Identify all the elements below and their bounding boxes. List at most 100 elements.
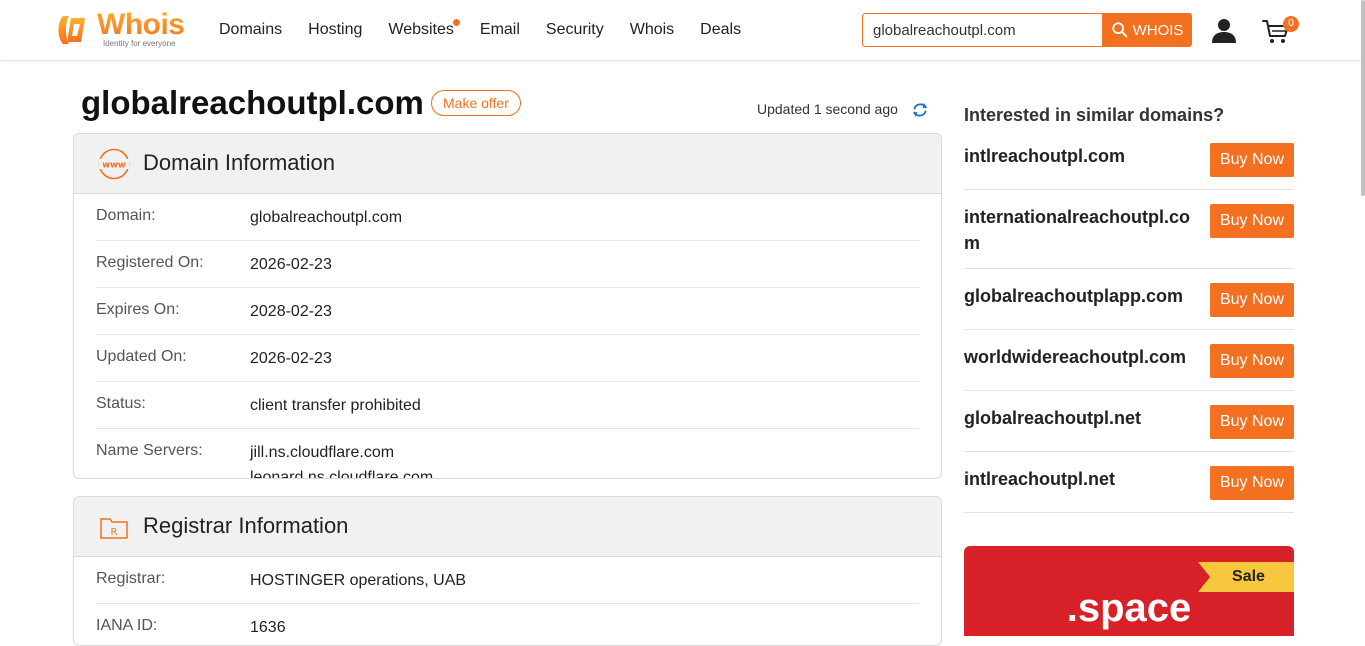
info-value-line: 2026-02-23 <box>250 350 332 367</box>
similar-domain-item: globalreachoutpl.net Buy Now <box>964 391 1294 452</box>
nav-whois[interactable]: Whois <box>630 19 674 41</box>
info-row-label: Domain: <box>96 207 156 224</box>
info-row-value: globalreachoutpl.com <box>250 205 402 230</box>
user-account-icon[interactable] <box>1211 17 1237 43</box>
info-row-value: 2026-02-23 <box>250 346 332 371</box>
cart-count-badge: 0 <box>1283 16 1299 32</box>
info-value-line: 1636 <box>250 619 286 636</box>
nav-hosting[interactable]: Hosting <box>308 19 362 41</box>
similar-domain-name[interactable]: globalreachoutpl.net <box>964 405 1196 431</box>
info-value-line: 2028-02-23 <box>250 303 332 320</box>
promo-banner[interactable]: Sale .space <box>964 546 1294 636</box>
nav-label: Security <box>545 21 604 38</box>
logo-text: Whois <box>97 8 185 41</box>
main-nav: Domains Hosting Websites Email Security … <box>219 19 767 41</box>
similar-domain-name[interactable]: intlreachoutpl.com <box>964 143 1196 169</box>
page-title: globalreachoutpl.com <box>81 84 424 121</box>
similar-domain-item: intlreachoutpl.net Buy Now <box>964 452 1294 513</box>
buy-now-button[interactable]: Buy Now <box>1210 143 1294 177</box>
make-offer-button[interactable]: Make offer <box>431 90 521 116</box>
similar-domains-list: intlreachoutpl.com Buy Now internationalre… <box>964 129 1294 513</box>
card-header: www Domain Information <box>74 134 941 194</box>
search-button-label: WHOIS <box>1132 21 1184 39</box>
info-row-value: 2028-02-23 <box>250 299 332 324</box>
www-globe-icon: www <box>98 148 130 180</box>
registrar-info-rows: Registrar: HOSTINGER operations, UAB IANA … <box>74 557 941 645</box>
registrar-information-title: Registrar Information <box>143 513 349 538</box>
page-scrollbar[interactable] <box>1361 0 1365 196</box>
info-row-value: 1636 <box>250 615 286 640</box>
similar-domain-name[interactable]: worldwidereachoutpl.com <box>964 344 1196 370</box>
info-row-label: Name Servers: <box>96 442 203 459</box>
info-row: IANA ID: 1636 <box>96 604 919 645</box>
info-value-line: globalreachoutpl.com <box>250 209 403 226</box>
info-row-label: Registrar: <box>96 570 166 587</box>
info-value-line: jill.ns.cloudflare.com <box>250 444 395 461</box>
nav-websites[interactable]: Websites <box>388 19 460 41</box>
nav-domains[interactable]: Domains <box>219 19 282 41</box>
info-value-line: client transfer prohibited <box>250 397 421 414</box>
refresh-icon[interactable] <box>911 101 929 119</box>
cart-button[interactable]: 0 <box>1262 16 1302 46</box>
info-row: Expires On: 2028-02-23 <box>96 288 919 335</box>
promo-tld-text: .space <box>1066 586 1192 630</box>
info-row: Registrar: HOSTINGER operations, UAB <box>96 557 919 604</box>
info-row-label: Registered On: <box>96 254 204 271</box>
similar-domain-name[interactable]: globalreachoutplapp.com <box>964 283 1196 309</box>
info-row-value: jill.ns.cloudflare.com leonard.ns.cloudfl… <box>250 440 434 479</box>
info-row: Name Servers: jill.ns.cloudflare.com leona… <box>96 429 919 479</box>
info-row: Registered On: 2026-02-23 <box>96 241 919 288</box>
similar-domain-item: internationalreachoutpl.com Buy Now <box>964 190 1294 269</box>
new-indicator-dot <box>452 19 460 26</box>
whois-search-button[interactable]: WHOIS <box>1102 13 1192 47</box>
domain-information-card: www Domain Information Domain: globalreac… <box>73 133 942 479</box>
nav-security[interactable]: Security <box>546 19 604 41</box>
logo-mark-icon <box>58 16 85 44</box>
info-row-value: client transfer prohibited <box>250 393 421 418</box>
similar-domains-title: Interested in similar domains? <box>964 105 1225 125</box>
info-row-label: IANA ID: <box>96 617 158 634</box>
info-value-line: leonard.ns.cloudflare.com <box>250 469 434 479</box>
similar-domain-name[interactable]: internationalreachoutpl.com <box>964 204 1196 256</box>
nav-label: Domains <box>219 21 283 38</box>
logo-tagline: Identity for everyone <box>103 39 176 48</box>
nav-label: Email <box>479 21 520 38</box>
nav-label: Whois <box>629 21 675 38</box>
info-row-value: 2026-02-23 <box>250 252 332 277</box>
similar-domain-name[interactable]: intlreachoutpl.net <box>964 466 1196 492</box>
buy-now-button[interactable]: Buy Now <box>1210 344 1294 378</box>
info-row-label: Updated On: <box>96 348 187 365</box>
registrar-folder-icon: R <box>100 518 128 539</box>
svg-text:www: www <box>102 161 126 171</box>
info-value-line: HOSTINGER operations, UAB <box>250 572 467 589</box>
card-header: R Registrar Information <box>74 497 941 557</box>
info-row: Status: client transfer prohibited <box>96 382 919 429</box>
nav-deals[interactable]: Deals <box>700 19 741 41</box>
similar-domain-item: intlreachoutpl.com Buy Now <box>964 129 1294 190</box>
info-row-value: HOSTINGER operations, UAB <box>250 568 466 593</box>
buy-now-button[interactable]: Buy Now <box>1210 204 1294 238</box>
nav-label: Hosting <box>308 21 363 38</box>
updated-timestamp: Updated 1 second ago <box>757 101 898 117</box>
domain-information-title: Domain Information <box>143 150 335 175</box>
search-input[interactable] <box>862 13 1104 47</box>
svg-text:R: R <box>111 527 118 538</box>
info-row: Updated On: 2026-02-23 <box>96 335 919 382</box>
buy-now-button[interactable]: Buy Now <box>1210 405 1294 439</box>
info-row: Domain: globalreachoutpl.com <box>96 194 919 241</box>
nav-email[interactable]: Email <box>480 19 520 41</box>
nav-label: Deals <box>700 21 742 38</box>
whois-logo[interactable]: Whois Identity for everyone <box>55 8 195 50</box>
domain-info-rows: Domain: globalreachoutpl.com Registered On… <box>74 194 941 479</box>
buy-now-button[interactable]: Buy Now <box>1210 283 1294 317</box>
buy-now-button[interactable]: Buy Now <box>1210 466 1294 500</box>
search-icon <box>1111 22 1127 38</box>
registrar-information-card: R Registrar Information Registrar: HOSTIN… <box>73 496 942 646</box>
similar-domain-item: worldwidereachoutpl.com Buy Now <box>964 330 1294 391</box>
info-row-label: Status: <box>96 395 146 412</box>
similar-domain-item: globalreachoutplapp.com Buy Now <box>964 269 1294 330</box>
top-header: Whois Identity for everyone Domains Host… <box>0 0 1365 61</box>
nav-label: Websites <box>388 21 454 38</box>
search-bar: WHOIS <box>862 13 1192 47</box>
info-value-line: 2026-02-23 <box>250 256 332 273</box>
